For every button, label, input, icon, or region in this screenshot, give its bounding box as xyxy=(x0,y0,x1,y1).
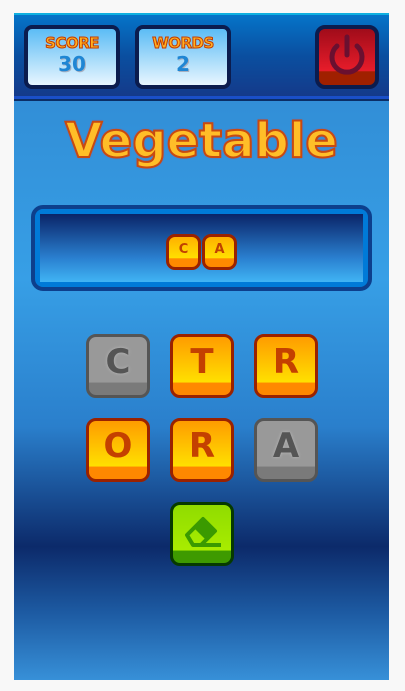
answer-letter[interactable]: C xyxy=(166,234,201,270)
letter-tile[interactable]: O xyxy=(86,418,150,482)
letter-tile[interactable]: C xyxy=(86,334,150,398)
score-value: 30 xyxy=(58,52,86,76)
header: SCORE 30 WORDS 2 xyxy=(14,13,389,99)
power-icon xyxy=(329,34,365,75)
words-value: 2 xyxy=(176,52,190,76)
words-box: WORDS 2 xyxy=(135,25,231,89)
eraser-icon xyxy=(185,517,221,547)
answer-box: C A xyxy=(31,205,372,291)
game-screen: SCORE 30 WORDS 2 Vegetable C A C T R O R… xyxy=(14,13,389,680)
category-title: Vegetable xyxy=(64,112,339,170)
power-button[interactable] xyxy=(315,25,379,89)
score-label: SCORE xyxy=(45,34,100,53)
letter-tile[interactable]: R xyxy=(170,418,234,482)
answer-letter[interactable]: A xyxy=(202,234,237,270)
score-box: SCORE 30 xyxy=(24,25,120,89)
letter-tile[interactable]: R xyxy=(254,334,318,398)
words-label: WORDS xyxy=(152,34,215,53)
letter-tile[interactable]: T xyxy=(170,334,234,398)
erase-button[interactable] xyxy=(170,502,234,566)
letter-tile[interactable]: A xyxy=(254,418,318,482)
